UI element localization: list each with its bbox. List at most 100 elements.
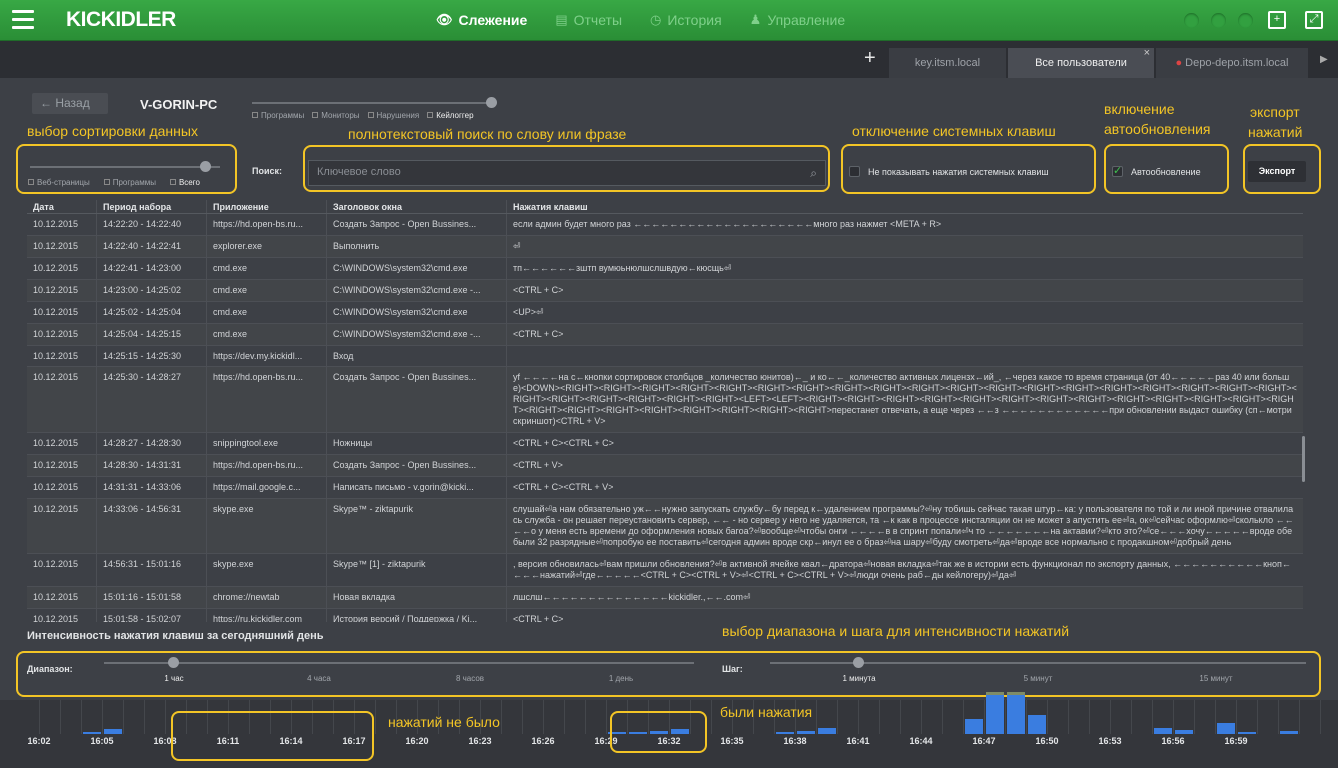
- type-programs[interactable]: Программы: [252, 111, 304, 120]
- type-keylogger[interactable]: Кейлоггер: [427, 111, 474, 120]
- type-label: Кейлоггер: [436, 111, 474, 120]
- status-dot[interactable]: [1211, 13, 1226, 28]
- step-slider[interactable]: [770, 662, 1306, 664]
- table-row[interactable]: 10.12.2015 14:31:31 - 14:33:06 https://mai…: [27, 477, 1303, 499]
- cell-period: 14:22:20 - 14:22:40: [97, 214, 207, 235]
- cell-period: 14:22:41 - 14:23:00: [97, 258, 207, 279]
- chart-gridline: [1026, 700, 1027, 734]
- type-violations[interactable]: Нарушения: [367, 111, 419, 120]
- chart-bar[interactable]: [986, 692, 1004, 734]
- chart-bar[interactable]: [797, 731, 815, 734]
- status-dots: [1184, 13, 1253, 28]
- table-row[interactable]: 10.12.2015 14:33:06 - 14:56:31 skype.exe Sk…: [27, 499, 1303, 554]
- nav-tracking[interactable]: 👁 Слежение: [436, 12, 527, 28]
- chart-bar[interactable]: [1280, 731, 1298, 734]
- search-input[interactable]: Ключевое слово ⌕: [308, 160, 826, 186]
- table-scrollbar[interactable]: [1302, 436, 1305, 482]
- status-dot[interactable]: [1184, 13, 1199, 28]
- slider-knob[interactable]: [200, 161, 211, 172]
- range-option[interactable]: 1 час: [164, 674, 183, 683]
- table-row[interactable]: 10.12.2015 14:25:15 - 14:25:30 https://dev…: [27, 346, 1303, 367]
- chart-gridline: [1320, 700, 1321, 734]
- table-row[interactable]: 10.12.2015 14:25:04 - 14:25:15 cmd.exe C:\W…: [27, 324, 1303, 346]
- col-window[interactable]: Заголовок окна: [327, 200, 507, 213]
- table-row[interactable]: 10.12.2015 14:25:02 - 14:25:04 cmd.exe C:\W…: [27, 302, 1303, 324]
- step-slider-knob[interactable]: [853, 657, 864, 668]
- cell-app: https://dev.my.kickidl...: [207, 346, 327, 366]
- search-icon[interactable]: ⌕: [810, 166, 817, 181]
- system-keys-checkbox[interactable]: [849, 166, 860, 177]
- status-dot[interactable]: [1238, 13, 1253, 28]
- range-option[interactable]: 1 день: [609, 674, 633, 683]
- col-keys[interactable]: Нажатия клавиш: [507, 200, 1303, 213]
- step-option[interactable]: 1 минута: [842, 674, 875, 683]
- table-row[interactable]: 10.12.2015 14:28:30 - 14:31:31 https://hd.…: [27, 455, 1303, 477]
- table-row[interactable]: 10.12.2015 14:23:00 - 14:25:02 cmd.exe C:\W…: [27, 280, 1303, 302]
- chart-bar[interactable]: [1217, 723, 1235, 734]
- cell-window: Новая вкладка: [327, 587, 507, 608]
- add-window-icon[interactable]: +: [1268, 11, 1286, 29]
- range-option[interactable]: 4 часа: [307, 674, 331, 683]
- chart-gridline: [1131, 700, 1132, 734]
- chart-bar-cap: [986, 692, 1004, 695]
- range-slider-knob[interactable]: [168, 657, 179, 668]
- autorefresh-option[interactable]: ✓ Автообновление: [1112, 166, 1201, 177]
- main-nav: 👁 Слежение ▤ Отчеты ◷ История ♟ Управление: [436, 12, 845, 28]
- sort-slider[interactable]: [30, 166, 220, 168]
- chart-gridline: [1257, 700, 1258, 734]
- table-row[interactable]: 10.12.2015 14:56:31 - 15:01:16 skype.exe Sk…: [27, 554, 1303, 587]
- pc-name: V-GORIN-PC: [140, 97, 218, 112]
- tab-key-itsm[interactable]: key.itsm.local: [889, 48, 1006, 78]
- chart-x-tick: 16:26: [531, 736, 555, 746]
- chart-bar[interactable]: [1154, 728, 1172, 734]
- col-app[interactable]: Приложение: [207, 200, 327, 213]
- tab-scroll-right-icon[interactable]: ▶: [1320, 54, 1328, 65]
- step-option[interactable]: 15 минут: [1199, 674, 1232, 683]
- chart-bar[interactable]: [965, 719, 983, 734]
- step-option[interactable]: 5 минут: [1024, 674, 1053, 683]
- chart-bar[interactable]: [83, 732, 101, 734]
- back-button[interactable]: ← Назад: [32, 93, 108, 114]
- chart-bar[interactable]: [104, 729, 122, 734]
- system-keys-option[interactable]: Не показывать нажатия системных клавиш: [849, 166, 1049, 177]
- menu-icon[interactable]: [12, 10, 34, 30]
- cell-window: C:\WINDOWS\system32\cmd.exe -...: [327, 324, 507, 345]
- col-date[interactable]: Дата: [27, 200, 97, 213]
- cell-window: Создать Запрос - Open Bussines...: [327, 455, 507, 476]
- chart-bar[interactable]: [818, 728, 836, 734]
- tab-all-users[interactable]: Все пользователи ×: [1008, 47, 1154, 78]
- cell-date: 10.12.2015: [27, 499, 97, 553]
- add-tab-icon[interactable]: +: [864, 47, 876, 70]
- col-period[interactable]: Период набора: [97, 200, 207, 213]
- nav-management[interactable]: ♟ Управление: [750, 12, 845, 28]
- table-row[interactable]: 10.12.2015 14:22:40 - 14:22:41 explorer.ex…: [27, 236, 1303, 258]
- view-type-slider[interactable]: [252, 97, 502, 108]
- tab-depo[interactable]: ● Depo-depo.itsm.local: [1156, 48, 1308, 78]
- sort-programs[interactable]: Программы: [103, 178, 156, 187]
- type-monitors[interactable]: Мониторы: [312, 111, 360, 120]
- export-button[interactable]: Экспорт: [1248, 161, 1306, 182]
- table-row[interactable]: 10.12.2015 14:28:27 - 14:28:30 snippingtoo…: [27, 433, 1303, 455]
- sort-total[interactable]: Всего: [169, 178, 200, 187]
- chart-x-tick: 16:38: [783, 736, 807, 746]
- table-row[interactable]: 10.12.2015 15:01:16 - 15:01:58 chrome://ne…: [27, 587, 1303, 609]
- cell-period: 14:25:02 - 14:25:04: [97, 302, 207, 323]
- table-row[interactable]: 10.12.2015 14:22:41 - 14:23:00 cmd.exe C:\W…: [27, 258, 1303, 280]
- sort-web[interactable]: Веб-страницы: [28, 178, 90, 187]
- autorefresh-checkbox[interactable]: ✓: [1112, 166, 1123, 177]
- table-row[interactable]: 10.12.2015 14:25:30 - 14:28:27 https://hd.…: [27, 367, 1303, 433]
- chart-bar[interactable]: [776, 732, 794, 734]
- chart-bar[interactable]: [1007, 692, 1025, 734]
- chart-bar[interactable]: [1238, 732, 1256, 734]
- fullscreen-icon[interactable]: ⤢: [1305, 11, 1323, 29]
- table-row[interactable]: 10.12.2015 15:01:58 - 15:02:07 https://ru.…: [27, 609, 1303, 622]
- chart-bar[interactable]: [1175, 730, 1193, 734]
- nav-history[interactable]: ◷ История: [650, 12, 722, 28]
- nav-reports[interactable]: ▤ Отчеты: [555, 12, 622, 28]
- table-row[interactable]: 10.12.2015 14:22:20 - 14:22:40 https://hd.…: [27, 214, 1303, 236]
- chart-bar[interactable]: [1028, 715, 1046, 734]
- range-slider[interactable]: [104, 662, 694, 664]
- slider-knob[interactable]: [486, 97, 497, 108]
- close-icon[interactable]: ×: [1144, 38, 1150, 68]
- range-option[interactable]: 8 часов: [456, 674, 484, 683]
